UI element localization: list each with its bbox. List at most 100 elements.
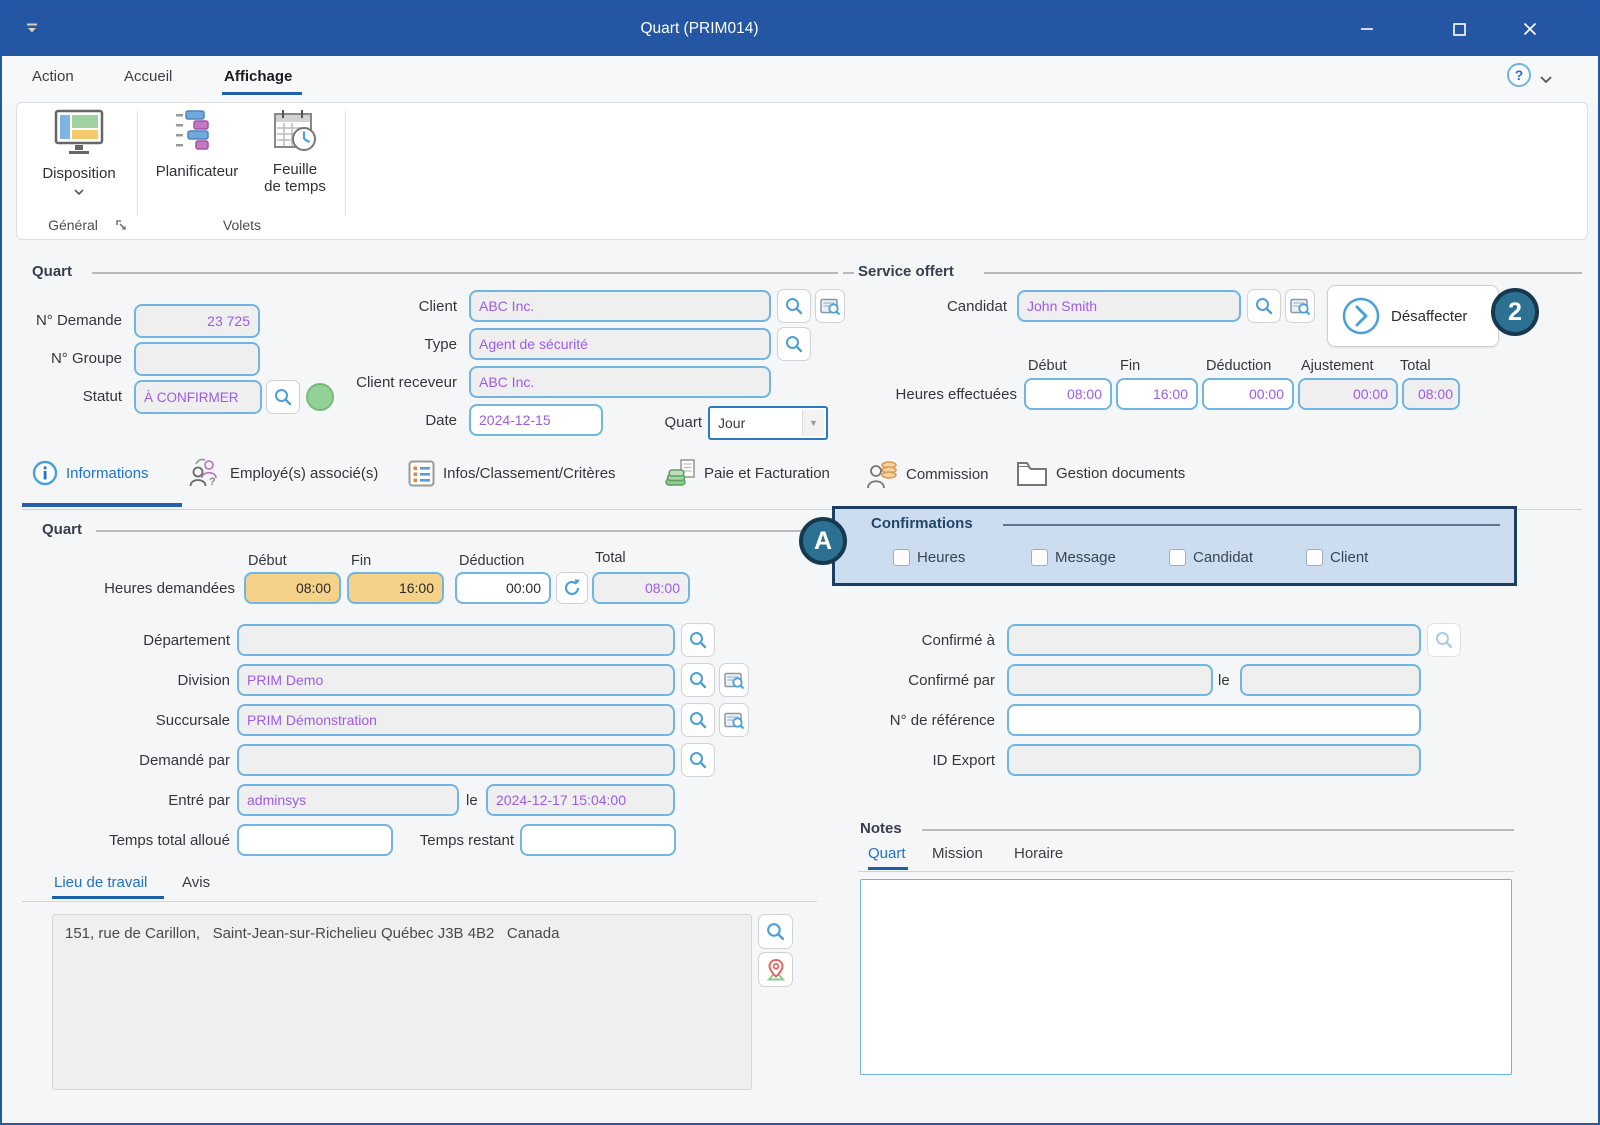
tab-gestion-documents-label: Gestion documents [1056,465,1185,482]
succursale-browse-button[interactable] [719,703,749,737]
close-button[interactable] [1507,2,1553,56]
tab-commission[interactable]: Commission [866,458,989,490]
candidat-browse-button[interactable] [1285,289,1315,323]
statut-field[interactable]: À CONFIRMER [134,380,262,414]
menu-tab-action[interactable]: Action [32,68,74,85]
tab-employes-associes[interactable]: ? Employé(s) associé(s) [188,456,378,490]
division-lookup-button[interactable] [681,663,715,697]
confirme-a-field[interactable] [1007,624,1421,656]
heures-effectuees-deduction-field[interactable]: 00:00 [1202,378,1294,410]
entre-date-field[interactable]: 2024-12-17 15:04:00 [486,784,675,816]
succursale-field[interactable]: PRIM Démonstration [237,704,675,736]
heures-demandees-debut-field[interactable]: 08:00 [244,572,341,604]
checkbox-candidat[interactable]: Candidat [1169,549,1253,566]
menu-tab-affichage[interactable]: Affichage [224,68,292,85]
division-browse-button[interactable] [719,663,749,697]
disposition-button[interactable]: Disposition [29,109,129,213]
entre-par-field[interactable]: adminsys [237,784,459,816]
client-checkbox[interactable] [1306,549,1323,566]
heures-effectuees-fin-field[interactable]: 16:00 [1116,378,1198,410]
tab-paie-label: Paie et Facturation [704,465,830,482]
departement-label: Département [2,632,230,649]
feuille-de-temps-button[interactable]: Feuille de temps [253,109,337,213]
no-demande-field[interactable]: 23 725 [134,304,260,338]
heures-demandees-fin-field[interactable]: 16:00 [347,572,444,604]
client-receveur-field[interactable]: ABC Inc. [469,366,771,398]
dialog-launcher-icon[interactable] [115,219,128,237]
checkbox-client[interactable]: Client [1306,549,1368,566]
succursale-lookup-button[interactable] [681,703,715,737]
statut-lookup-button[interactable] [266,380,300,414]
notes-title: Notes [860,820,902,837]
heures-effectuees-ajustement-field[interactable]: 00:00 [1298,378,1398,410]
type-field[interactable]: Agent de sécurité [469,328,771,360]
demande-par-field[interactable] [237,744,675,776]
notes-tab-horaire[interactable]: Horaire [1014,845,1063,862]
notes-tab-mission[interactable]: Mission [932,845,983,862]
notes-textarea[interactable] [860,879,1512,1075]
tab-infos-classement-label: Infos/Classement/Critères [443,465,616,482]
heures-demandees-deduction-field[interactable]: 00:00 [455,572,551,604]
demande-par-lookup-button[interactable] [681,743,715,777]
date-field[interactable]: 2024-12-15 [469,404,603,436]
notes-tab-quart[interactable]: Quart [868,845,906,862]
tab-paie-facturation[interactable]: Paie et Facturation [664,458,830,488]
checkbox-heures[interactable]: Heures [893,549,965,566]
heures-effectuees-debut-field[interactable]: 08:00 [1024,378,1112,410]
planificateur-label: Planificateur [147,163,247,180]
client-field[interactable]: ABC Inc. [469,290,771,322]
temps-restant-label: Temps restant [398,832,514,849]
departement-field[interactable] [237,624,675,656]
recalculate-button[interactable] [556,572,588,604]
checkbox-message[interactable]: Message [1031,549,1116,566]
demande-par-label: Demandé par [2,752,230,769]
svg-text:?: ? [209,476,216,488]
candidat-lookup-button[interactable] [1247,289,1281,323]
client-lookup-button[interactable] [777,289,811,323]
candidat-checkbox[interactable] [1169,549,1186,566]
quart-combobox[interactable]: Jour ▼ [708,406,828,440]
minimize-button[interactable] [1344,2,1390,56]
maximize-button[interactable] [1436,2,1482,56]
address-lookup-button[interactable] [758,914,793,949]
type-lookup-button[interactable] [777,327,811,361]
map-pin-icon [765,958,787,982]
service-group-line-left [843,272,854,274]
desaffecter-button[interactable]: Désaffecter [1327,285,1499,347]
ribbon-separator [137,111,138,215]
statut-label: Statut [2,388,122,405]
confirme-date-field[interactable] [1240,664,1421,696]
tab-informations[interactable]: Informations [32,460,149,486]
planificateur-button[interactable]: Planificateur [147,109,247,213]
heures-effectuees-total-field[interactable]: 08:00 [1402,378,1460,410]
search-icon [688,630,708,650]
help-dropdown-chevron-icon[interactable] [1540,71,1552,89]
reference-field[interactable] [1007,704,1421,736]
col-debut-header: Début [1028,358,1067,374]
departement-lookup-button[interactable] [681,623,715,657]
help-button[interactable]: ? [1507,63,1531,87]
temps-alloue-field[interactable] [237,824,393,856]
heures-checkbox[interactable] [893,549,910,566]
combobox-arrow-icon[interactable]: ▼ [802,410,824,436]
tab-avis[interactable]: Avis [182,874,210,891]
browse-record-icon [820,297,841,316]
client-browse-button[interactable] [815,289,845,323]
id-export-field[interactable] [1007,744,1421,776]
search-icon [765,921,786,942]
no-groupe-field[interactable] [134,342,260,376]
division-field[interactable]: PRIM Demo [237,664,675,696]
candidat-field[interactable]: John Smith [1017,290,1241,322]
tab-infos-classement-criteres[interactable]: Infos/Classement/Critères [408,460,616,487]
quart-group-line [92,272,838,274]
confirme-a-lookup-button[interactable] [1427,623,1461,657]
menu-tab-accueil[interactable]: Accueil [124,68,172,85]
confirme-par-field[interactable] [1007,664,1213,696]
tab-gestion-documents[interactable]: Gestion documents [1016,460,1185,487]
map-button[interactable] [758,952,793,987]
temps-restant-field[interactable] [520,824,676,856]
heures-demandees-total-field[interactable]: 08:00 [592,572,690,604]
ribbon-tab-bar: Action Accueil Affichage [2,56,1598,102]
tab-lieu-de-travail[interactable]: Lieu de travail [54,874,147,891]
message-checkbox[interactable] [1031,549,1048,566]
